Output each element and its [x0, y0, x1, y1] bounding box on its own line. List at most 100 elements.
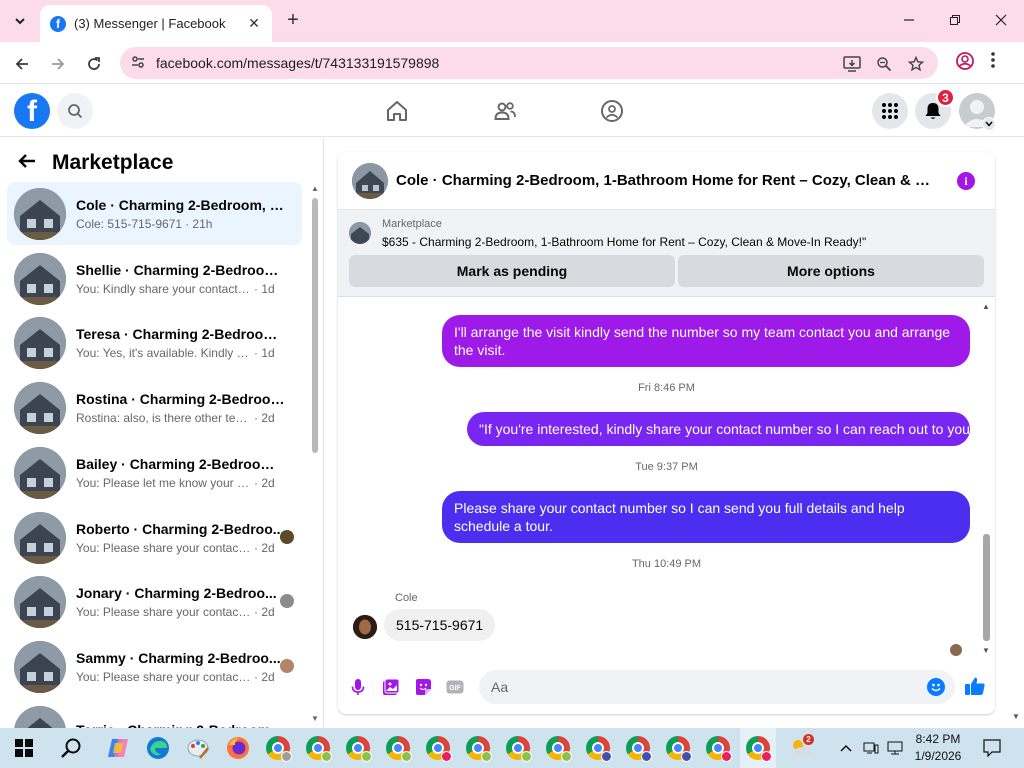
copilot-icon[interactable] — [104, 734, 132, 762]
conversation-item[interactable]: Roberto · Charming 2-Bedroo... You: Pleas… — [7, 506, 302, 569]
reload-icon[interactable] — [81, 51, 107, 77]
conversation-preview: You: Please share your contact n... — [76, 604, 251, 619]
sticker-icon[interactable] — [413, 677, 433, 697]
sent-message[interactable]: "If you're interested, kindly share your… — [467, 412, 979, 446]
notification-center-icon[interactable] — [978, 734, 1006, 762]
conversation-item[interactable]: Torrie · Charming 2-Bedroom, 1-... — [7, 700, 302, 728]
chat-title[interactable]: Cole · Charming 2-Bedroom, 1-Bathroom Ho… — [396, 172, 941, 189]
forward-icon[interactable] — [45, 51, 71, 77]
back-arrow-icon[interactable] — [18, 152, 38, 175]
clock-date[interactable]: 1/9/2026 — [908, 749, 968, 763]
chrome-profile-icon[interactable] — [704, 734, 732, 762]
chrome-profile-icon[interactable] — [624, 734, 652, 762]
emoji-icon[interactable] — [927, 678, 945, 696]
listing-title[interactable]: $635 - Charming 2-Bedroom, 1-Bathroom Ho… — [382, 235, 866, 249]
conversation-name: Cole · Charming 2-Bedroom, 1-B... — [76, 196, 286, 213]
participant-avatar — [280, 659, 294, 673]
groups-icon[interactable] — [598, 97, 626, 125]
conversation-name: Shellie · Charming 2-Bedroom, 1... — [76, 261, 286, 278]
message-timestamp: Thu 10:49 PM — [631, 558, 702, 570]
browser-tab[interactable]: f (3) Messenger | Facebook ✕ — [40, 5, 272, 42]
zoom-icon[interactable] — [874, 54, 894, 74]
home-icon[interactable] — [383, 97, 411, 125]
microphone-icon[interactable] — [348, 677, 368, 697]
minimize-icon[interactable] — [896, 8, 922, 32]
chat-listing-avatar[interactable] — [352, 162, 388, 199]
photo-icon[interactable] — [381, 677, 401, 697]
marketplace-banner: Marketplace $635 - Charming 2-Bedroom, 1… — [338, 210, 995, 297]
thread-scroll-down-icon[interactable]: ▼ — [982, 646, 990, 655]
conversation-thumbnail — [14, 316, 66, 369]
sent-message[interactable]: Please share your contact number so I ca… — [442, 491, 970, 543]
conversation-thumbnail — [14, 381, 66, 434]
site-info-icon[interactable] — [130, 54, 146, 73]
menu-grid-icon[interactable] — [872, 93, 908, 129]
conversation-time: · 2d — [254, 540, 275, 555]
info-icon[interactable]: i — [957, 172, 975, 190]
chrome-profile-icon[interactable] — [504, 734, 532, 762]
facebook-logo-icon[interactable]: f — [14, 93, 50, 129]
scroll-down-icon[interactable]: ▼ — [311, 714, 319, 723]
clock-time[interactable]: 8:42 PM — [908, 732, 968, 746]
cole-avatar[interactable] — [353, 615, 377, 639]
address-bar[interactable]: facebook.com/messages/t/743133191579898 — [120, 47, 938, 79]
chrome-profile-icon[interactable] — [344, 734, 372, 762]
message-input[interactable]: Aa — [479, 670, 955, 704]
tab-search-chevron-icon[interactable] — [8, 9, 32, 33]
chrome-profile-icon[interactable] — [304, 734, 332, 762]
chrome-profile-icon[interactable] — [424, 734, 452, 762]
page-scroll-down-icon[interactable]: ▼ — [1012, 712, 1020, 721]
thread-scrollbar[interactable] — [983, 534, 990, 641]
browser-menu-icon[interactable] — [990, 50, 996, 73]
received-message[interactable]: 515-715-9671 — [384, 609, 496, 641]
mark-as-pending-button[interactable]: Mark as pending — [349, 255, 675, 287]
search-icon[interactable] — [57, 93, 93, 129]
thumbs-up-icon[interactable] — [964, 675, 986, 697]
windows-start-icon[interactable] — [10, 734, 38, 762]
gif-icon[interactable]: GIF — [445, 677, 465, 697]
tray-chevron-icon[interactable] — [834, 734, 858, 762]
thread-scroll-up-icon[interactable]: ▲ — [982, 302, 990, 311]
account-chevron-icon[interactable] — [982, 117, 996, 131]
close-window-icon[interactable] — [988, 8, 1014, 32]
more-options-button[interactable]: More options — [678, 255, 984, 287]
chrome-profile-icon[interactable] — [264, 734, 292, 762]
chrome-profile-icon[interactable] — [544, 734, 572, 762]
conversation-item[interactable]: Teresa · Charming 2-Bedroom, 1... You: Ye… — [7, 311, 302, 374]
friends-icon[interactable] — [491, 97, 519, 125]
new-tab-icon[interactable]: + — [282, 9, 304, 31]
conversation-name: Roberto · Charming 2-Bedroo... — [76, 520, 285, 537]
conversation-item[interactable]: Rostina · Charming 2-Bedroom, ... Rostina… — [7, 376, 302, 439]
paint-icon[interactable] — [184, 734, 212, 762]
chrome-profile-icon[interactable] — [384, 734, 412, 762]
conversation-item[interactable]: Bailey · Charming 2-Bedroom, 1... You: Pl… — [7, 441, 302, 504]
sent-message[interactable]: I'll arrange the visit kindly send the n… — [442, 315, 970, 367]
chrome-profile-icon[interactable] — [584, 734, 612, 762]
conversation-thumbnail — [14, 511, 66, 564]
conversation-item[interactable]: Sammy · Charming 2-Bedroo... You: Please … — [7, 635, 302, 698]
firefox-icon[interactable] — [224, 734, 252, 762]
tray-device-icon[interactable] — [860, 734, 882, 762]
edge-icon[interactable] — [144, 734, 172, 762]
conversation-preview: You: Kindly share your contact num... — [76, 281, 251, 296]
bookmark-star-icon[interactable] — [906, 54, 926, 74]
chrome-profile-icon[interactable] — [664, 734, 692, 762]
taskbar-search-icon[interactable] — [57, 734, 85, 762]
chrome-profile-icon[interactable] — [744, 734, 772, 762]
tab-close-icon[interactable]: ✕ — [246, 15, 262, 32]
back-icon[interactable] — [9, 51, 35, 77]
listing-thumbnail[interactable] — [349, 222, 371, 244]
network-icon[interactable] — [884, 734, 906, 762]
tab-title: (3) Messenger | Facebook — [74, 16, 226, 31]
conversation-item[interactable]: Cole · Charming 2-Bedroom, 1-B... Cole: 5… — [7, 182, 302, 245]
conversation-item[interactable]: Jonary · Charming 2-Bedroo... You: Please… — [7, 570, 302, 633]
sidebar-scrollbar[interactable] — [312, 198, 318, 453]
sidebar-header: Marketplace — [18, 150, 173, 176]
conversation-name: Sammy · Charming 2-Bedroo... — [76, 649, 281, 666]
restore-icon[interactable] — [942, 8, 968, 32]
conversation-item[interactable]: Shellie · Charming 2-Bedroom, 1... You: K… — [7, 247, 302, 310]
scroll-up-icon[interactable]: ▲ — [311, 184, 319, 193]
browser-profile-icon[interactable] — [955, 51, 975, 74]
install-app-icon[interactable] — [842, 54, 862, 74]
chrome-profile-icon[interactable] — [464, 734, 492, 762]
